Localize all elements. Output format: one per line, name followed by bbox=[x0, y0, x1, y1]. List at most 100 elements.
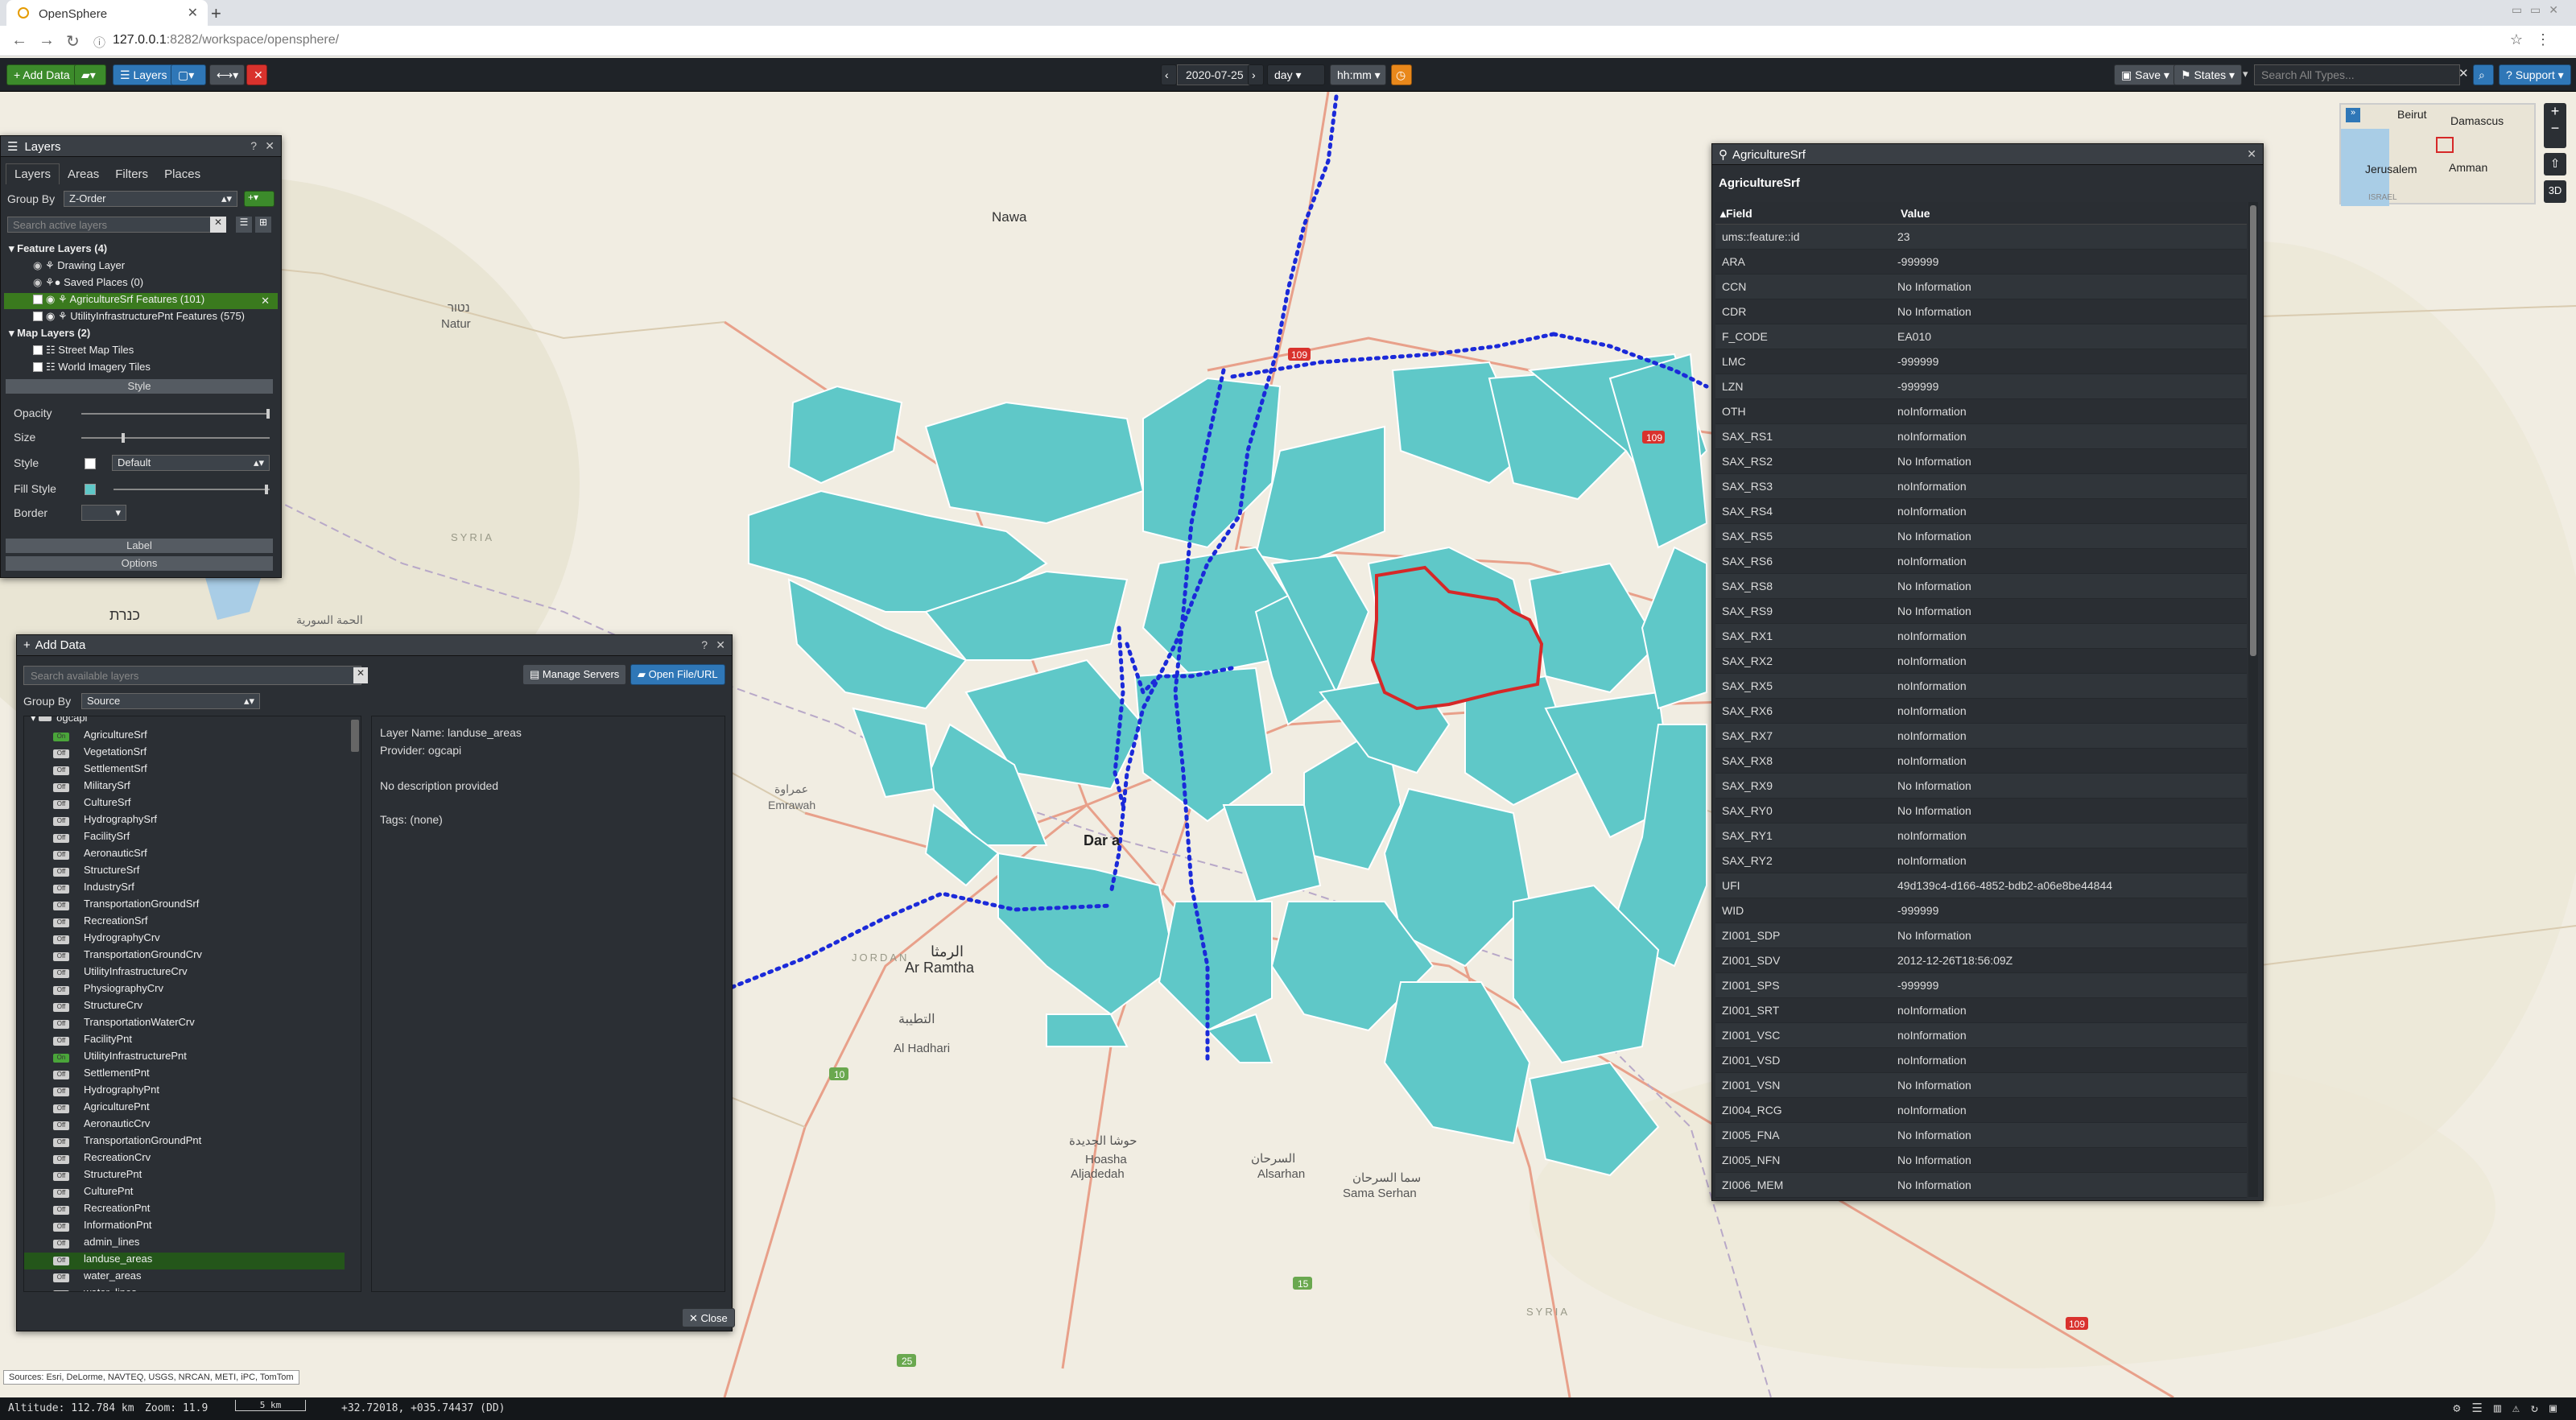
feature-table-row[interactable]: ums::feature::id 23 bbox=[1715, 225, 2247, 250]
search-type-dropdown-icon[interactable]: ▾ bbox=[2243, 68, 2248, 80]
feature-table-row[interactable]: SAX_RX1 noInformation bbox=[1715, 624, 2247, 649]
available-layer-item[interactable]: Off MilitarySrf bbox=[24, 779, 345, 796]
available-layer-item[interactable]: Off HydrographyPnt bbox=[24, 1084, 345, 1100]
layer-checkbox[interactable] bbox=[33, 345, 43, 355]
timeline-icon[interactable]: ◷ bbox=[1391, 64, 1412, 85]
available-layer-item[interactable]: Off UtilityInfrastructureCrv bbox=[24, 965, 345, 982]
layer-item[interactable]: ☷ Street Map Tiles bbox=[33, 344, 134, 360]
layer-toggle[interactable]: Off bbox=[53, 1189, 69, 1198]
layer-toggle[interactable]: Off bbox=[53, 1290, 69, 1291]
feature-table-row[interactable]: ZI005_FNA No Information bbox=[1715, 1123, 2247, 1148]
layer-toggle[interactable]: Off bbox=[53, 986, 69, 995]
back-icon[interactable]: ← bbox=[11, 31, 27, 50]
feature-table-row[interactable]: ZI001_SRT noInformation bbox=[1715, 998, 2247, 1023]
layer-item-selected[interactable]: ◉ ⚘ AgricultureSrf Features (101) ✕ bbox=[4, 293, 278, 309]
layer-toggle[interactable]: Off bbox=[53, 800, 69, 809]
layer-toggle[interactable]: Off bbox=[53, 766, 69, 775]
layer-item[interactable]: ◉ ⚘● Saved Places (0) bbox=[33, 276, 143, 292]
search-available-layers-input[interactable]: Search available layers bbox=[23, 666, 361, 685]
size-slider[interactable] bbox=[81, 433, 270, 443]
feature-table-row[interactable]: CCN No Information bbox=[1715, 275, 2247, 299]
layer-toggle[interactable]: Off bbox=[53, 918, 69, 927]
feature-table-row[interactable]: CDR No Information bbox=[1715, 299, 2247, 324]
layer-toggle[interactable]: Off bbox=[53, 817, 69, 826]
info-icon[interactable]: ⓘ bbox=[93, 34, 105, 51]
feature-table-row[interactable]: SAX_RS4 noInformation bbox=[1715, 499, 2247, 524]
layer-toggle[interactable]: Off bbox=[53, 1121, 69, 1130]
layer-toggle[interactable]: Off bbox=[53, 935, 69, 944]
feature-table-body[interactable]: ums::feature::id 23 ARA -999999 CCN No Inform… bbox=[1715, 225, 2247, 1199]
layer-checkbox[interactable] bbox=[33, 312, 43, 321]
layer-checkbox[interactable] bbox=[33, 362, 43, 372]
provider-group[interactable]: ▾ ogcapi bbox=[24, 716, 345, 729]
available-layer-item[interactable]: Off RecreationCrv bbox=[24, 1151, 345, 1168]
layer-toggle[interactable]: Off bbox=[53, 969, 69, 978]
available-layer-item[interactable]: Off water_lines bbox=[24, 1286, 345, 1291]
style-section-header[interactable]: Style bbox=[6, 379, 273, 394]
fill-opacity-slider[interactable] bbox=[114, 485, 270, 494]
layer-item[interactable]: ◉ ⚘ UtilityInfrastructurePnt Features (5… bbox=[33, 310, 245, 326]
style-color-swatch[interactable] bbox=[85, 458, 96, 469]
close-button[interactable]: ✕ Close bbox=[682, 1308, 735, 1327]
feature-table-row[interactable]: SAX_RX5 noInformation bbox=[1715, 674, 2247, 699]
new-tab-icon[interactable]: + bbox=[211, 3, 221, 24]
feature-table-row[interactable]: ZI005_NFN No Information bbox=[1715, 1148, 2247, 1173]
layer-toggle[interactable]: Off bbox=[53, 868, 69, 877]
feature-table-row[interactable]: SAX_RS8 No Information bbox=[1715, 574, 2247, 599]
overview-map[interactable]: » Beirut Damascus Jerusalem Amman ISRAEL bbox=[2339, 103, 2536, 206]
value-column-header[interactable]: Value bbox=[1901, 207, 1930, 220]
available-layer-item[interactable]: Off StructureCrv bbox=[24, 999, 345, 1016]
layer-toggle[interactable]: Off bbox=[53, 834, 69, 843]
open-file-url-button[interactable]: ▰ Open File/URL bbox=[630, 664, 725, 685]
feature-table-row[interactable]: OTH noInformation bbox=[1715, 399, 2247, 424]
border-select[interactable]: ▾ bbox=[81, 505, 126, 521]
manage-servers-button[interactable]: ▤ Manage Servers bbox=[522, 664, 627, 685]
reset-rotation-button[interactable]: ⇧ bbox=[2544, 153, 2566, 175]
bookmark-star-icon[interactable]: ☆⋮ bbox=[2510, 31, 2563, 48]
map-layers-group[interactable]: ▾ Map Layers (2) bbox=[9, 327, 90, 343]
group-by-select[interactable]: Z-Order ▴▾ bbox=[64, 191, 237, 207]
available-layer-item[interactable]: On AgricultureSrf bbox=[24, 729, 345, 745]
add-layer-button[interactable]: +▾ bbox=[244, 191, 275, 207]
available-layer-item[interactable]: Off TransportationGroundCrv bbox=[24, 948, 345, 965]
visibility-icon[interactable]: ◉ bbox=[33, 276, 42, 288]
layer-toggle[interactable]: Off bbox=[53, 783, 69, 792]
support-button[interactable]: ? Support ▾ bbox=[2499, 64, 2571, 85]
layer-item[interactable]: ◉ ⚘ Drawing Layer bbox=[33, 259, 125, 275]
states-button[interactable]: ⚑ States ▾ bbox=[2174, 64, 2243, 85]
layer-toggle[interactable]: On bbox=[53, 1054, 69, 1063]
available-layer-item[interactable]: Off FacilityPnt bbox=[24, 1033, 345, 1050]
feature-table-row[interactable]: LMC -999999 bbox=[1715, 349, 2247, 374]
layer-toggle[interactable]: Off bbox=[53, 1223, 69, 1232]
available-layers-list[interactable]: ▾ ogcapi On AgricultureSrf Off VegetationSr… bbox=[23, 716, 361, 1292]
list-scrollbar[interactable] bbox=[351, 720, 359, 752]
visibility-icon[interactable]: ◉ bbox=[46, 293, 55, 305]
save-button[interactable]: ▣ Save ▾ bbox=[2114, 64, 2177, 85]
available-layer-item[interactable]: Off admin_lines bbox=[24, 1236, 345, 1253]
layer-toggle[interactable]: On bbox=[53, 733, 69, 741]
available-layer-item[interactable]: Off PhysiographyCrv bbox=[24, 982, 345, 999]
close-icon[interactable]: ✕ bbox=[265, 139, 275, 153]
feature-table-row[interactable]: SAX_RY2 noInformation bbox=[1715, 848, 2247, 873]
overview-toggle-icon[interactable]: » bbox=[2346, 108, 2360, 122]
feature-table-row[interactable]: SAX_RS1 noInformation bbox=[1715, 424, 2247, 449]
close-icon[interactable]: ✕ bbox=[2247, 147, 2256, 161]
clear-search-icon[interactable]: ✕ bbox=[353, 667, 368, 683]
size-slider-knob[interactable] bbox=[122, 433, 125, 443]
feature-layers-group[interactable]: ▾ Feature Layers (4) bbox=[9, 242, 107, 258]
clear-search-icon[interactable]: ✕ bbox=[2458, 66, 2469, 80]
date-field[interactable]: 2020-07-25 bbox=[1177, 64, 1257, 85]
available-layer-item[interactable]: Off AgriculturePnt bbox=[24, 1100, 345, 1117]
layer-toggle[interactable]: Off bbox=[53, 885, 69, 894]
feature-table-row[interactable]: ZI001_VSN No Information bbox=[1715, 1073, 2247, 1098]
layer-toggle[interactable]: Off bbox=[53, 1138, 69, 1147]
layer-checkbox[interactable] bbox=[33, 295, 43, 304]
layer-toggle[interactable]: Off bbox=[53, 952, 69, 961]
feature-table-row[interactable]: ZI001_SPS -999999 bbox=[1715, 973, 2247, 998]
available-layer-item[interactable]: Off RecreationPnt bbox=[24, 1202, 345, 1219]
measure-button[interactable]: ⟷▾ bbox=[209, 64, 245, 85]
visibility-icon[interactable]: ◉ bbox=[33, 259, 42, 271]
open-folder-button[interactable]: ▰▾ bbox=[74, 64, 106, 85]
reload-icon[interactable]: ↻ bbox=[66, 31, 80, 52]
feature-table-row[interactable]: SAX_RX7 noInformation bbox=[1715, 724, 2247, 749]
